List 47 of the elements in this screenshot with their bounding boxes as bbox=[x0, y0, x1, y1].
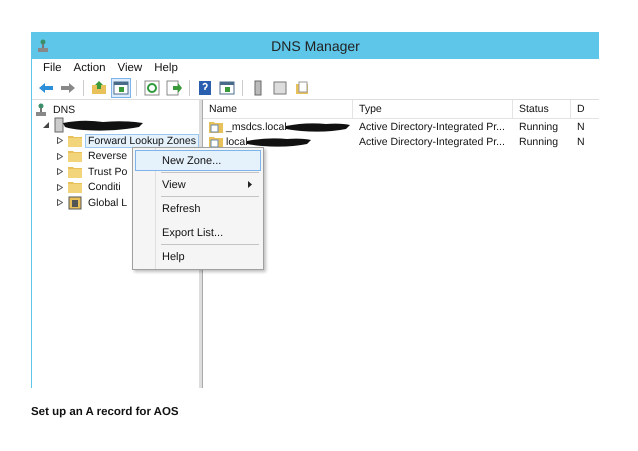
book-icon bbox=[68, 196, 82, 210]
menu-item[interactable]: Export List... bbox=[135, 222, 261, 243]
menu-item[interactable]: Action bbox=[68, 61, 110, 75]
export-icon[interactable] bbox=[164, 78, 184, 98]
menu-item[interactable]: Refresh bbox=[135, 198, 261, 219]
zone-icon bbox=[209, 120, 223, 132]
menu-item[interactable]: View bbox=[112, 61, 148, 75]
menu-item[interactable]: File bbox=[38, 61, 67, 75]
table-cell: _msdcs.local bbox=[226, 120, 287, 132]
tree-item[interactable]: DNS bbox=[50, 102, 78, 117]
column-header[interactable]: Name bbox=[203, 100, 353, 118]
folder-icon bbox=[68, 134, 82, 147]
expand-arrow-icon[interactable] bbox=[57, 199, 63, 206]
column-header[interactable]: Type bbox=[353, 100, 513, 118]
table-cell: local bbox=[226, 136, 248, 148]
folder-icon bbox=[68, 181, 82, 194]
tree-item[interactable]: Conditi bbox=[85, 180, 124, 194]
folder-icon bbox=[68, 166, 82, 178]
table-cell-text: Active Directory-Integrated Pr... bbox=[358, 120, 506, 132]
server-icon bbox=[54, 117, 64, 134]
column-header[interactable]: Status bbox=[513, 100, 571, 118]
dns-icon bbox=[35, 102, 47, 117]
menu-item[interactable]: View bbox=[135, 174, 261, 195]
table-cell-text: N bbox=[576, 136, 586, 148]
table-cell-text: Running bbox=[518, 136, 560, 148]
expand-arrow-icon[interactable] bbox=[57, 152, 63, 160]
table-cell-text: Active Directory-Integrated Pr... bbox=[358, 136, 506, 148]
submenu-arrow-icon bbox=[248, 181, 252, 188]
server-icon bbox=[38, 38, 48, 52]
expand-arrow-icon[interactable] bbox=[57, 184, 63, 191]
table-cell-text: Running bbox=[518, 120, 560, 132]
menu-item[interactable]: Help bbox=[135, 246, 261, 267]
tree-item[interactable]: Forward Lookup Zones bbox=[85, 134, 199, 148]
table-cell-text: N bbox=[576, 120, 586, 132]
collapse-arrow-icon[interactable] bbox=[43, 122, 49, 128]
expand-arrow-icon[interactable] bbox=[57, 137, 63, 144]
expand-arrow-icon[interactable] bbox=[57, 168, 63, 176]
folder-icon bbox=[68, 150, 82, 162]
menu-item[interactable]: Help bbox=[149, 61, 183, 75]
tree-item[interactable]: Trust Po bbox=[85, 164, 130, 179]
tree-item[interactable]: Reverse bbox=[85, 149, 130, 164]
tree-item[interactable]: Global L bbox=[85, 196, 130, 210]
menu-item[interactable]: New Zone... bbox=[135, 150, 261, 171]
column-header[interactable]: D bbox=[571, 100, 597, 118]
window-title: DNS Manager bbox=[271, 38, 360, 54]
refresh-icon[interactable] bbox=[142, 78, 162, 98]
caption: Set up an A record for AOS bbox=[31, 406, 180, 418]
